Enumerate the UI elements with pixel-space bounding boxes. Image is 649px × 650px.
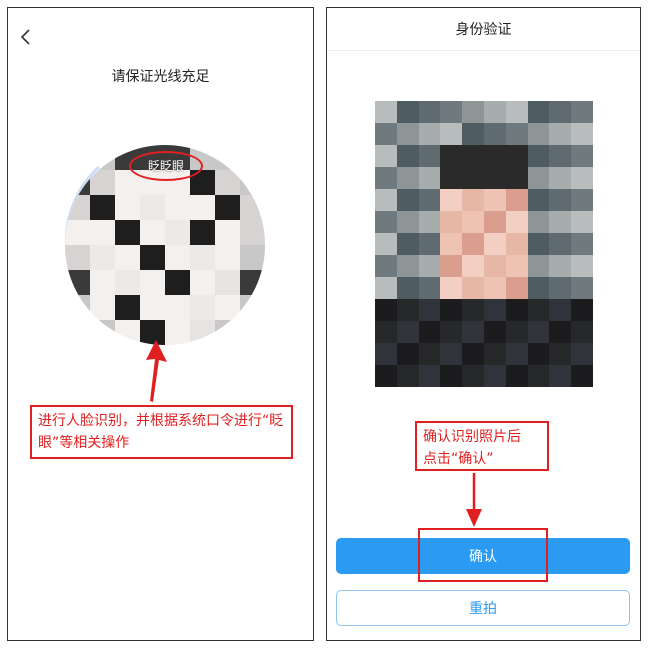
callout-line-1: 确认识别照片后 (423, 429, 521, 445)
captured-photo (375, 101, 593, 387)
page-title: 身份验证 (327, 8, 640, 51)
back-button[interactable] (14, 26, 36, 48)
identity-verification-screen: 身份验证 确认识别照片后 点击“确认” 确认 重拍 (326, 7, 641, 641)
blink-prompt-highlight (129, 151, 203, 181)
retake-button[interactable]: 重拍 (336, 590, 630, 626)
instruction-callout: 进行人脸识别，并根据系统口令进行“眨眼”等相关操作 (30, 405, 293, 459)
annotation-arrow-up (146, 340, 167, 402)
callout-line-2: 点击“确认” (423, 451, 494, 467)
annotation-arrow-down (466, 473, 482, 527)
face-recognition-screen: 请保证光线充足 眨眨眼 进行人脸识别，并根据系统口令进行“眨眼”等相关操作 (7, 7, 314, 641)
confirm-button-highlight (418, 528, 548, 582)
face-capture-area: 眨眨眼 (64, 145, 265, 345)
confirm-instruction-callout: 确认识别照片后 点击“确认” (415, 421, 549, 471)
chevron-left-icon (20, 29, 30, 45)
page-title: 请保证光线充足 (111, 69, 210, 85)
